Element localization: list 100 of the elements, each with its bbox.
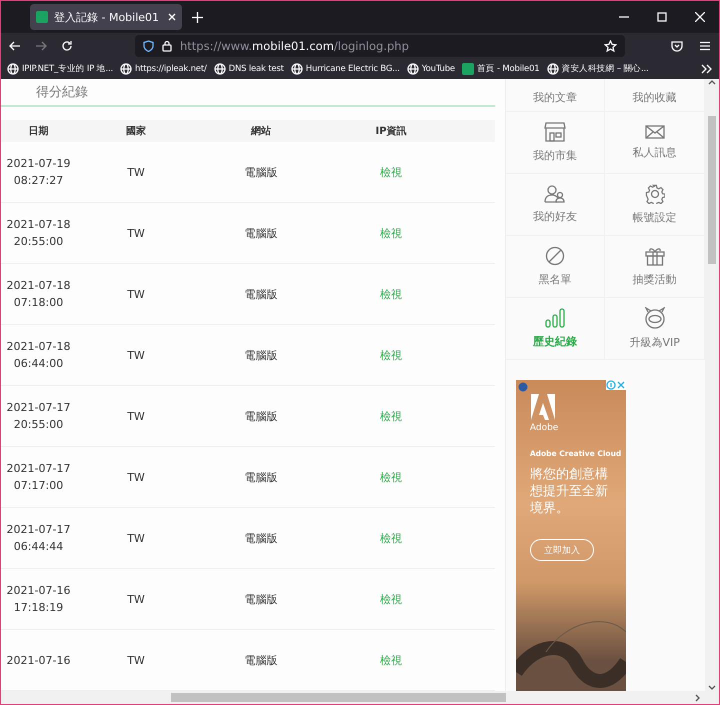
date-text: 2021-07-17 [6, 462, 70, 475]
sidebar-item[interactable]: 歷史紀錄 [506, 298, 606, 360]
table-cell-text: TW [126, 288, 146, 300]
chevron-double-right-icon[interactable] [701, 64, 713, 74]
star-icon[interactable] [604, 40, 617, 52]
time-text: 07:18:00 [14, 296, 64, 309]
date-text: 2021-07-17 [6, 523, 70, 536]
store-icon [544, 122, 566, 142]
sidebar-item[interactable]: 黑名單 [506, 236, 606, 298]
view-link[interactable]: 檢視 [380, 410, 402, 422]
caret-down-icon[interactable] [708, 685, 716, 691]
time-text: 06:44:00 [14, 357, 64, 370]
bar-chart-icon [545, 308, 566, 328]
table-cell-text: 電腦版 [244, 592, 278, 606]
date-text: 2021-07-18 [6, 340, 70, 353]
horizontal-scrollbar[interactable] [1, 691, 719, 704]
url-text: https://www.mobile01.com/loginlog.php [180, 39, 409, 53]
scrollbar-thumb[interactable] [171, 693, 506, 702]
maximize-icon[interactable] [657, 12, 667, 22]
view-link[interactable]: 檢視 [380, 166, 402, 178]
caret-right-icon[interactable] [695, 694, 701, 702]
shield-icon [143, 40, 154, 52]
bookmark-label: DNS leak test [228, 64, 284, 74]
lock-icon [162, 40, 172, 52]
bookmark-item[interactable]: DNS leak test [214, 63, 284, 75]
people-icon [544, 185, 566, 203]
column-header: IP資訊 [374, 124, 408, 138]
time-text: 07:17:00 [14, 479, 64, 492]
adobe-logo-icon [530, 394, 556, 420]
sidebar-label: 我的文章 [533, 90, 578, 105]
ad-headline: 將您的創意構想提升至全新境界。 [530, 466, 609, 517]
back-arrow-icon[interactable] [9, 40, 21, 52]
globe-icon [406, 63, 419, 75]
globe-icon [290, 63, 303, 75]
time-text: 20:55:00 [14, 418, 64, 431]
view-link[interactable]: 檢視 [380, 532, 402, 544]
globe-icon [214, 63, 226, 75]
sidebar-item[interactable]: 我的市集 [506, 112, 606, 174]
view-link[interactable]: 檢視 [380, 470, 402, 484]
sidebar-label: 升級為VIP [630, 335, 680, 350]
time-text: 08:27:27 [14, 174, 64, 187]
join-button[interactable]: 立即加入 [530, 539, 594, 561]
view-link[interactable]: 檢視 [380, 348, 402, 362]
browser-tab[interactable]: 登入記錄 - Mobile01 [30, 4, 182, 30]
vertical-scrollbar[interactable] [705, 79, 719, 691]
menu-icon[interactable] [699, 40, 711, 52]
reload-icon[interactable] [61, 40, 73, 52]
table-cell-text: TW [126, 166, 146, 178]
bookmark-item[interactable]: 首頁 - Mobile01 [462, 63, 540, 75]
date-text: 2021-07-18 [6, 279, 70, 292]
globe-icon [546, 63, 559, 75]
info-icon[interactable] [606, 380, 616, 390]
column-header: 國家 [125, 124, 147, 138]
bookmark-item[interactable]: YouTube [406, 63, 455, 75]
bookmark-label: YouTube [422, 64, 455, 74]
sidebar-item[interactable]: 我的好友 [506, 174, 606, 236]
forward-arrow-icon[interactable] [35, 40, 47, 52]
table-cell-text: 電腦版 [244, 470, 278, 484]
site-favicon [36, 11, 48, 23]
table-cell-text: 電腦版 [244, 226, 278, 240]
table-cell-text: 電腦版 [244, 652, 278, 668]
gift-icon [644, 246, 665, 266]
ad-brand: Adobe [530, 423, 560, 433]
date-text: 2021-07-16 [6, 584, 70, 597]
sidebar-label: 私人訊息 [632, 145, 677, 160]
sidebar-label: 我的收藏 [632, 90, 677, 105]
view-link[interactable]: 檢視 [380, 592, 402, 606]
tab-title: 登入記錄 - Mobile01 [54, 10, 160, 24]
bookmark-item[interactable]: Hurricane Electric BG... [290, 63, 400, 75]
envelope-icon [644, 125, 665, 139]
view-link[interactable]: 檢視 [380, 288, 402, 300]
scrollbar-thumb[interactable] [708, 116, 716, 264]
plus-icon[interactable] [192, 12, 203, 22]
date-text: 2021-07-17 [6, 401, 70, 414]
column-header: 日期 [28, 124, 50, 138]
view-link[interactable]: 檢視 [380, 654, 402, 666]
sidebar-label: 我的好友 [533, 209, 578, 224]
table-cell-text: 電腦版 [244, 164, 278, 180]
bookmark-label: https://ipleak.net/ [134, 64, 207, 74]
table-cell-text: TW [126, 532, 146, 544]
time-text: 06:44:44 [14, 540, 64, 553]
table-cell-text: TW [126, 470, 146, 484]
view-link[interactable]: 檢視 [380, 226, 402, 240]
caret-up-icon[interactable] [708, 79, 716, 85]
bookmark-label: 首頁 - Mobile01 [476, 63, 540, 75]
table-cell-text: 電腦版 [244, 348, 278, 362]
table-cell-text: TW [126, 592, 146, 606]
table-cell-text: TW [126, 226, 146, 240]
table-cell-text: 電腦版 [244, 286, 278, 302]
sidebar-label: 帳號設定 [632, 210, 677, 225]
address-bar[interactable]: https://www.mobile01.com/loginlog.php [135, 35, 625, 57]
privacy-badge-icon [518, 382, 528, 392]
pocket-icon[interactable] [671, 40, 683, 52]
date-text: 2021-07-16 [6, 654, 70, 666]
bookmark-item[interactable]: https://ipleak.net/ [120, 63, 207, 75]
sidebar-item[interactable]: 我的文章 [506, 79, 606, 112]
vip-badge-icon [642, 307, 667, 329]
sidebar-label: 黑名單 [538, 272, 572, 287]
time-text: 17:18:19 [14, 601, 64, 614]
date-text: 2021-07-18 [6, 218, 70, 231]
